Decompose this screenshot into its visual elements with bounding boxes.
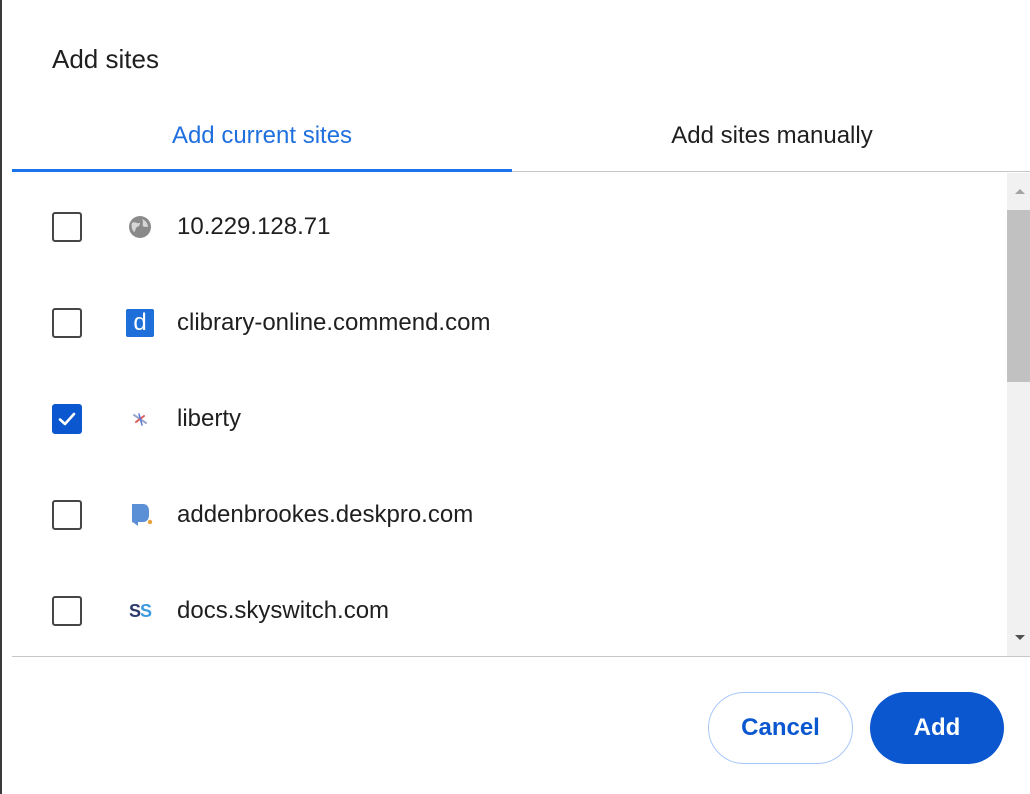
add-button[interactable]: Add bbox=[870, 692, 1004, 764]
site-label: clibrary-online.commend.com bbox=[177, 309, 491, 336]
site-label: addenbrookes.deskpro.com bbox=[177, 501, 474, 528]
site-checkbox[interactable] bbox=[52, 212, 82, 242]
site-checkbox[interactable] bbox=[52, 500, 82, 530]
scroll-down-arrow-icon[interactable] bbox=[1007, 620, 1030, 656]
checkmark-icon bbox=[58, 412, 76, 426]
site-label: docs.skyswitch.com bbox=[177, 597, 390, 624]
site-row[interactable]: addenbrookes.deskpro.com bbox=[12, 467, 1007, 563]
site-label: 10.229.128.71 bbox=[177, 213, 331, 240]
scroll-up-arrow-icon[interactable] bbox=[1007, 173, 1030, 209]
skyswitch-icon: SS bbox=[125, 596, 155, 626]
commend-d-icon: d bbox=[125, 308, 155, 338]
tab-bar: Add current sites Add sites manually bbox=[12, 100, 1030, 172]
liberty-icon bbox=[125, 404, 155, 434]
list-scrollbar[interactable] bbox=[1007, 173, 1030, 656]
site-checkbox[interactable] bbox=[52, 308, 82, 338]
add-sites-dialog: Add sites Add current sites Add sites ma… bbox=[0, 0, 1030, 794]
site-row[interactable]: liberty bbox=[12, 371, 1007, 467]
site-row[interactable]: d clibrary-online.commend.com bbox=[12, 275, 1007, 371]
footer-divider bbox=[12, 656, 1030, 657]
tab-add-current-sites[interactable]: Add current sites bbox=[12, 100, 512, 172]
scrollbar-thumb[interactable] bbox=[1007, 210, 1030, 382]
site-checkbox[interactable] bbox=[52, 404, 82, 434]
skyswitch-logo-text: SS bbox=[128, 600, 152, 621]
active-tab-indicator bbox=[12, 169, 512, 172]
site-list: 10.229.128.71 d clibrary-online.commend.… bbox=[12, 173, 1007, 656]
dialog-title: Add sites bbox=[52, 44, 159, 74]
site-row[interactable]: SS docs.skyswitch.com bbox=[12, 563, 1007, 656]
site-row[interactable]: 10.229.128.71 bbox=[12, 179, 1007, 275]
tab-add-sites-manually[interactable]: Add sites manually bbox=[512, 100, 1030, 172]
site-label: liberty bbox=[177, 405, 242, 432]
site-checkbox[interactable] bbox=[52, 596, 82, 626]
cancel-button[interactable]: Cancel bbox=[708, 692, 853, 764]
globe-icon bbox=[125, 212, 155, 242]
deskpro-icon bbox=[125, 500, 155, 530]
